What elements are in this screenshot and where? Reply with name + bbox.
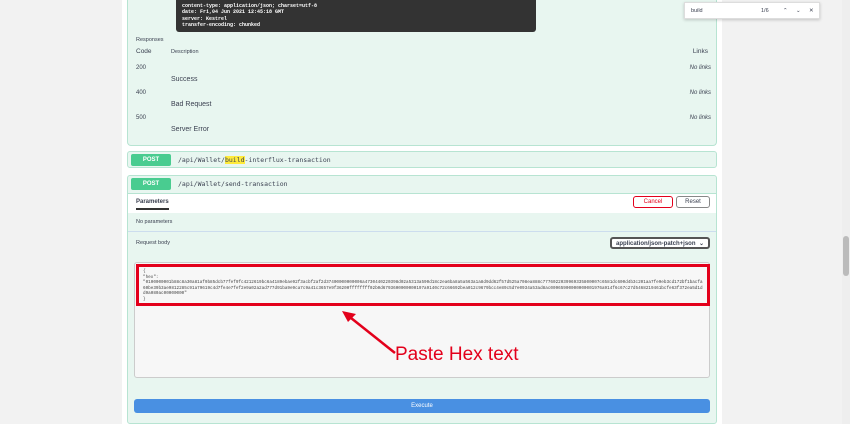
responses-title: Responses: [136, 37, 164, 43]
previous-operation-responses: content-type: application/json; charset=…: [127, 0, 717, 146]
operation-build-interflux[interactable]: POST /api/Wallet/build-interflux-transac…: [127, 151, 717, 168]
find-bar: build 1/6 ⌃ ⌄ ✕: [684, 2, 820, 19]
response-row: 200 Success No links: [136, 65, 711, 83]
annotation-text: Paste Hex text: [395, 344, 519, 365]
links-header: Links: [692, 48, 708, 55]
find-count: 1/6: [761, 8, 769, 14]
chevron-down-icon: ⌄: [698, 241, 704, 247]
method-badge[interactable]: POST: [131, 178, 171, 190]
scrollbar[interactable]: [842, 0, 850, 424]
response-headers: content-type: application/json; charset=…: [176, 0, 536, 32]
no-parameters: No parameters: [136, 219, 173, 225]
method-badge: POST: [131, 154, 171, 166]
execute-button[interactable]: Execute: [134, 399, 710, 413]
chevron-down-icon[interactable]: ⌄: [796, 8, 801, 14]
cancel-button[interactable]: Cancel: [633, 196, 673, 208]
tab-parameters[interactable]: Parameters: [136, 199, 169, 210]
find-input[interactable]: build: [691, 8, 703, 14]
hex-json-body[interactable]: { "hex": "0100000001b88c8a30a81af9b85dcb…: [136, 264, 710, 306]
scrollbar-thumb[interactable]: [843, 236, 849, 276]
reset-button[interactable]: Reset: [676, 196, 710, 208]
content-type-select[interactable]: application/json-patch+json ⌄: [610, 237, 710, 249]
operation-path[interactable]: /api/Wallet/send-transaction: [178, 178, 288, 190]
request-body-label: Request body: [136, 240, 170, 246]
arrow-annotation-icon: [342, 311, 396, 354]
response-row: 400 Bad Request No links: [136, 90, 711, 108]
code-header: Code: [136, 48, 152, 55]
chevron-up-icon[interactable]: ⌃: [783, 8, 788, 14]
close-icon[interactable]: ✕: [809, 8, 814, 14]
response-row: 500 Server Error No links: [136, 115, 711, 133]
description-header: Description: [171, 49, 199, 55]
operation-path: /api/Wallet/build-interflux-transaction: [178, 156, 331, 164]
